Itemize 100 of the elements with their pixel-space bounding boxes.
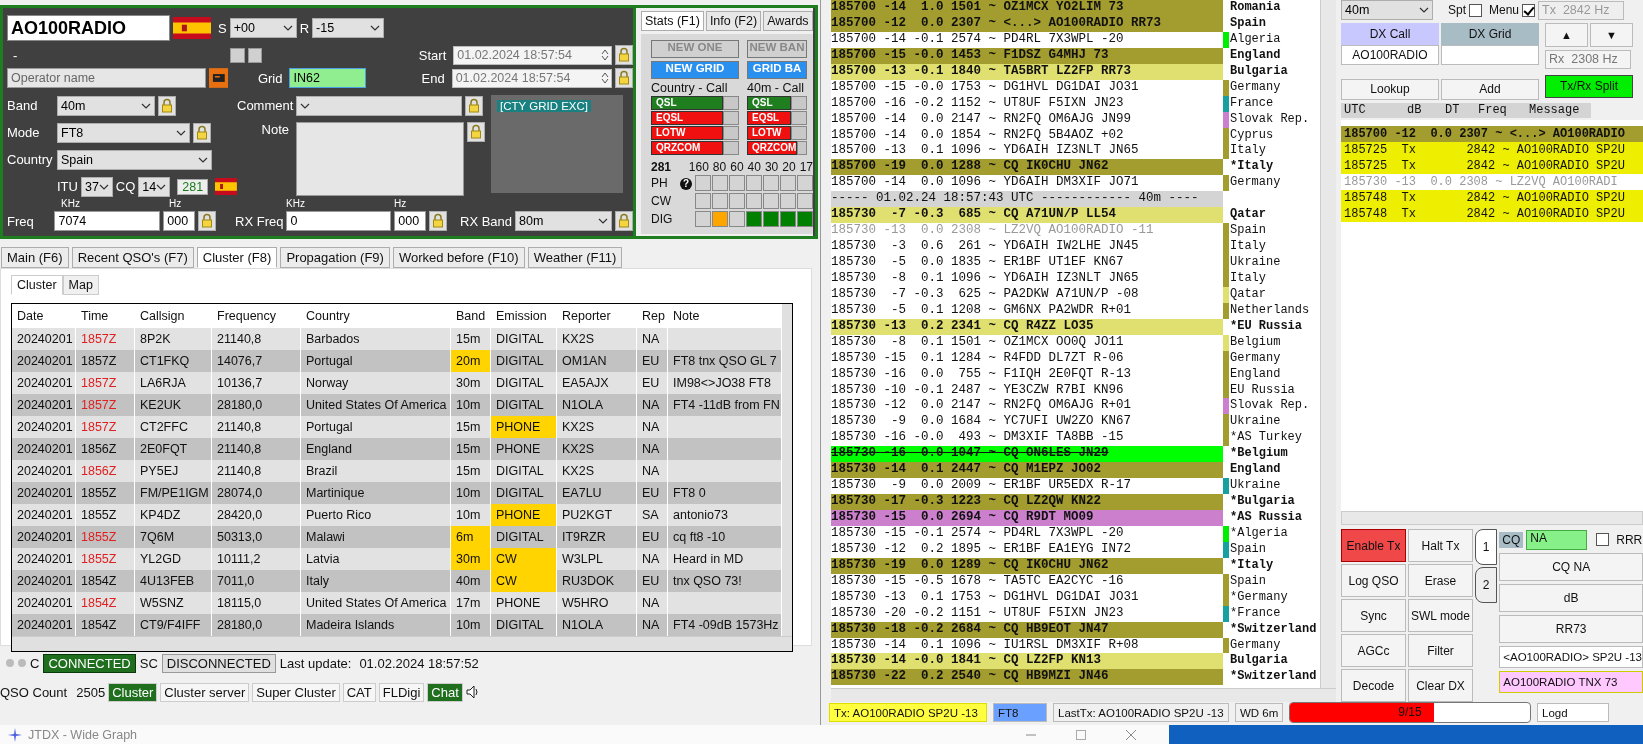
decode-line[interactable]: 185730 -15 -0.1 2574 ~ PD4RL 7X3WPL -20 (831, 525, 1223, 542)
status-indicator[interactable]: FLDigi (378, 682, 425, 702)
sub-tab[interactable]: Map (62, 275, 99, 295)
close-icon[interactable] (1125, 728, 1137, 741)
note-field[interactable] (296, 122, 464, 196)
decode-line[interactable]: 185730 -13 0.1 1753 ~ DG1HVL DG1DAI JO31 (831, 589, 1223, 606)
spinner-arrows-icon[interactable] (601, 72, 609, 84)
spinner-arrows-icon[interactable] (601, 49, 609, 61)
cq-zone-dropdown[interactable]: 14 (138, 176, 171, 197)
column-header[interactable]: Frequency (212, 304, 301, 328)
column-header[interactable]: Band (451, 304, 491, 328)
control-button[interactable]: Filter (1408, 634, 1473, 667)
decode-line[interactable]: 185730 -5 0.1 1208 ~ GM6NX PA2WDR R+01 (831, 302, 1223, 319)
connection-status[interactable]: DISCONNECTED (161, 653, 276, 673)
decode-line[interactable]: 185730 -14 0.1 1096 ~ IU1RSL DM3XIF R+08 (831, 637, 1223, 654)
up-button[interactable]: ▲ (1545, 22, 1588, 47)
decode-line[interactable]: 185730 -15 0.1 1284 ~ R4FDD DL7ZT R-06 (831, 350, 1223, 367)
macro-button[interactable]: RR73 (1499, 615, 1643, 643)
column-header[interactable]: Reporter (557, 304, 637, 328)
grid-field[interactable]: IN62 (289, 68, 367, 88)
lookup-button[interactable]: Lookup (1341, 78, 1439, 100)
small-button[interactable] (229, 47, 245, 63)
country-dropdown[interactable]: Spain (57, 149, 212, 170)
stats-tab[interactable]: Info (F2) (705, 11, 762, 31)
decode-line[interactable]: 185730 -10 -0.1 2487 ~ YE3CZW R7BI KN96 (831, 382, 1223, 399)
control-button[interactable]: SWL mode (1408, 599, 1473, 632)
status-indicator[interactable]: Chat (427, 682, 463, 702)
start-time-field[interactable]: 01.02.2024 18:57:54 (453, 45, 612, 65)
lock-button[interactable] (193, 122, 211, 143)
add-button[interactable]: Add (1441, 78, 1539, 100)
operator-name-field[interactable]: Operator name (7, 68, 206, 88)
tab[interactable]: Cluster (F8) (196, 247, 278, 268)
rx-frequency-field[interactable]: Rx 2308 Hz (1545, 49, 1631, 69)
decode-line[interactable]: 185730 -8 0.1 1096 ~ YD6AIH IZ3NLT JN65 (831, 270, 1223, 287)
status-indicator[interactable]: Cluster (108, 682, 158, 702)
decode-line[interactable]: 185730 -5 0.0 1835 ~ ER1BF UT1EF KN67 (831, 255, 1223, 271)
tx5-message-field[interactable]: <AO100RADIO> SP2U -13 (1499, 646, 1643, 668)
horizontal-scrollbar[interactable] (1341, 511, 1643, 525)
decode-line[interactable]: 185730 -16 -0.0 493 ~ DM3XIF TA8BB -15 (831, 430, 1223, 447)
rrr-checkbox[interactable] (1596, 533, 1610, 546)
control-button[interactable]: AGCc (1341, 634, 1406, 667)
maximize-icon[interactable] (1075, 728, 1087, 741)
control-button[interactable]: Sync (1341, 599, 1406, 632)
split-button[interactable]: Tx/Rx Split (1545, 74, 1633, 98)
status-indicator[interactable]: Cluster server (160, 682, 250, 702)
menu-checkbox[interactable] (1522, 3, 1536, 17)
comment-dropdown[interactable] (296, 95, 462, 116)
decode-line[interactable]: 185730 -15 -0.5 1678 ~ TA5TC EA2CYC -16 (831, 573, 1223, 590)
status-indicator[interactable]: CAT (342, 682, 376, 702)
decode-line[interactable]: 185730 -3 0.6 261 ~ YD6AIH IW2LHE JN45 (831, 239, 1223, 255)
cq-direction-field[interactable]: NA (1526, 529, 1588, 550)
band-dropdown[interactable]: 40m (57, 95, 155, 116)
down-button[interactable]: ▼ (1590, 22, 1633, 47)
dx-call-field[interactable]: AO100RADIO (1341, 44, 1439, 65)
decode-line[interactable]: 185700 -14 0.0 2147 ~ RN2FQ OM6AJG JN99 (831, 111, 1223, 128)
control-button[interactable]: Decode (1341, 669, 1406, 702)
stats-tab[interactable]: Awards (763, 11, 813, 31)
lock-button[interactable] (198, 211, 217, 231)
decode-line[interactable]: 185700 -16 -0.2 1152 ~ UT8UF F5IXN JN23 (831, 95, 1223, 112)
decode-line[interactable]: 185730 -9 0.0 2009 ~ ER1BF UR5EDX R-17 (831, 478, 1223, 495)
band-dropdown[interactable]: 40m (1341, 0, 1433, 21)
column-header[interactable]: Rep (637, 304, 668, 328)
decode-line[interactable]: 185730 -16 0.0 755 ~ F1IQH 2E0FQT R-13 (831, 366, 1223, 383)
column-header[interactable]: Callsign (135, 304, 212, 328)
help-icon[interactable]: ? (680, 178, 692, 190)
macro-button[interactable]: CQ NA (1499, 553, 1643, 581)
control-button[interactable]: Enable Tx (1341, 529, 1406, 562)
decode-line[interactable]: 185730 -8 0.1 1501 ~ OZ1MCX OO0Q JO11 (831, 334, 1223, 351)
tab[interactable]: Weather (F11) (527, 247, 623, 268)
sent-report-dropdown[interactable]: +00 (229, 18, 297, 38)
tab[interactable]: Propagation (F9) (280, 247, 390, 268)
vertical-scrollbar[interactable] (782, 304, 792, 636)
lock-button[interactable] (465, 95, 483, 116)
control-button[interactable]: Clear DX (1408, 669, 1473, 702)
end-time-field[interactable]: 01.02.2024 18:57:54 (451, 68, 612, 88)
dx-grid-field[interactable] (1441, 44, 1539, 65)
tab[interactable]: Recent QSO's (F7) (71, 247, 194, 268)
stats-tab[interactable]: Stats (F1) (641, 11, 704, 31)
message-tab[interactable]: 2 (1475, 567, 1498, 603)
callsign-field[interactable]: AO100RADIO (7, 15, 170, 41)
column-header[interactable]: Emission (491, 304, 557, 328)
connection-status[interactable]: CONNECTED (43, 653, 136, 673)
sub-tab[interactable]: Cluster (11, 275, 63, 295)
received-report-dropdown[interactable]: -15 (312, 18, 385, 38)
decode-line[interactable]: 185700 -15 -0.0 1753 ~ DG1HVL DG1DAI JO31 (831, 79, 1223, 96)
macro-button[interactable]: dB (1499, 584, 1643, 612)
small-button[interactable] (247, 47, 263, 63)
decode-line[interactable]: 185730 -12 0.2 1895 ~ ER1BF EA1EYG IN72 (831, 541, 1223, 558)
speaker-icon[interactable] (465, 685, 480, 699)
decode-line[interactable]: 185700 -13 0.1 1096 ~ YD6AIH IZ3NLT JN65 (831, 143, 1223, 160)
control-button[interactable]: Halt Tx (1408, 529, 1473, 562)
spot-checkbox[interactable] (1469, 3, 1482, 17)
decode-line[interactable]: 185700 -14 0.0 1854 ~ RN2FQ 5B4AOZ +02 (831, 127, 1223, 144)
decode-line[interactable]: 185730 -7 -0.3 625 ~ PA2DKW A71UN/P -08 (831, 286, 1223, 303)
horizontal-scrollbar[interactable] (12, 636, 792, 651)
control-button[interactable]: Log QSO (1341, 564, 1406, 597)
mode-dropdown[interactable]: FT8 (57, 122, 190, 143)
tx6-message-field[interactable]: AO100RADIO TNX 73 (1499, 671, 1643, 693)
status-indicator[interactable]: Super Cluster (252, 682, 340, 702)
lock-button[interactable] (158, 95, 176, 116)
